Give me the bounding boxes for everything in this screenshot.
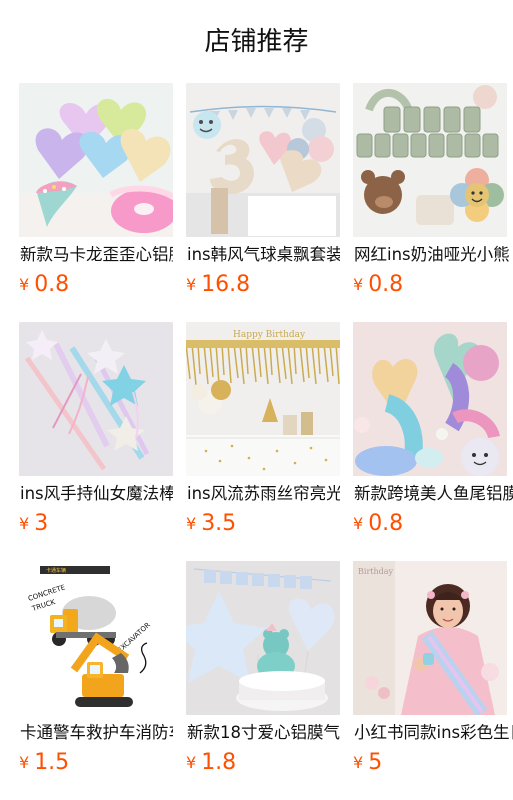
- store-recommendation-page: 店铺推荐 新款马卡龙歪歪心铝膜 ¥ 0.8 ins韩风气球桌飘套装 ¥ 16.8…: [0, 0, 513, 800]
- price-value: 5: [368, 750, 383, 775]
- product-price-1: ¥0.8: [19, 270, 69, 300]
- product-card-6[interactable]: 新款跨境美人鱼尾铝膜 ¥0.8: [353, 322, 513, 542]
- mermaid-tail-balloons-image: [353, 322, 507, 476]
- product-price-7: ¥1.5: [19, 748, 69, 778]
- product-price-5: ¥3.5: [186, 509, 236, 539]
- product-card-7[interactable]: 卡通车辆 CONCRETE TRUCK EXCAVATOR 卡通警车救护车消防车…: [19, 561, 173, 781]
- product-name-3[interactable]: 网红ins奶油哑光小熊: [354, 243, 513, 267]
- construction-vehicle-balloons-image: 卡通车辆 CONCRETE TRUCK EXCAVATOR: [19, 561, 173, 715]
- page-title: 店铺推荐: [204, 27, 309, 57]
- price-value: 0.8: [368, 511, 404, 536]
- product-price-4: ¥3: [19, 509, 48, 539]
- product-image-7[interactable]: 卡通车辆 CONCRETE TRUCK EXCAVATOR: [19, 561, 173, 715]
- price-value: 16.8: [201, 272, 251, 297]
- product-price-3: ¥0.8: [353, 270, 403, 300]
- product-image-9[interactable]: Birthday: [353, 561, 507, 715]
- currency-symbol: ¥: [186, 514, 197, 533]
- girl-birthday-sash-image: Birthday: [353, 561, 507, 715]
- currency-symbol: ¥: [19, 753, 30, 772]
- product-image-8[interactable]: [186, 561, 340, 715]
- product-card-1[interactable]: 新款马卡龙歪歪心铝膜 ¥0.8: [19, 83, 173, 303]
- svg-text:Happy Birthday: Happy Birthday: [233, 330, 306, 340]
- product-price-9: ¥5: [353, 748, 382, 778]
- currency-symbol: ¥: [353, 514, 364, 533]
- pastel-heart-balloons-image: [19, 83, 173, 237]
- product-price-8: ¥1.8: [186, 748, 236, 778]
- currency-symbol: ¥: [186, 753, 197, 772]
- silver-star-heart-balloons-image: [186, 561, 340, 715]
- product-image-4[interactable]: [19, 322, 173, 476]
- product-image-2[interactable]: [186, 83, 340, 237]
- currency-symbol: ¥: [353, 275, 364, 294]
- product-image-6[interactable]: [353, 322, 507, 476]
- product-name-1[interactable]: 新款马卡龙歪歪心铝膜: [20, 243, 173, 267]
- currency-symbol: ¥: [19, 275, 30, 294]
- product-card-8[interactable]: 新款18寸爱心铝膜气球 ¥1.8: [186, 561, 340, 781]
- price-value: 3.5: [201, 511, 237, 536]
- product-card-3[interactable]: 网红ins奶油哑光小熊 ¥0.8: [353, 83, 510, 303]
- product-name-9[interactable]: 小红书同款ins彩色生日: [354, 721, 513, 745]
- product-price-2: ¥16.8: [186, 270, 250, 300]
- svg-text:卡通车辆: 卡通车辆: [46, 567, 66, 574]
- fairy-wands-image: [19, 322, 173, 476]
- product-card-2[interactable]: ins韩风气球桌飘套装 ¥16.8: [186, 83, 340, 303]
- product-name-4[interactable]: ins风手持仙女魔法棒: [20, 482, 173, 506]
- product-image-5[interactable]: Happy Birthday: [186, 322, 340, 476]
- product-name-8[interactable]: 新款18寸爱心铝膜气球: [187, 721, 340, 745]
- product-card-9[interactable]: Birthday 小红书同款ins彩色生日 ¥5: [353, 561, 513, 781]
- price-value: 1.8: [201, 750, 237, 775]
- product-name-5[interactable]: ins风流苏雨丝帘亮光: [187, 482, 340, 506]
- price-value: 0.8: [34, 272, 70, 297]
- happy-birthday-letters-image: [353, 83, 507, 237]
- currency-symbol: ¥: [186, 275, 197, 294]
- price-value: 3: [34, 511, 49, 536]
- product-name-7[interactable]: 卡通警车救护车消防车: [20, 721, 173, 745]
- number-three-balloon-image: [186, 83, 340, 237]
- svg-text:Birthday: Birthday: [358, 567, 394, 576]
- currency-symbol: ¥: [353, 753, 364, 772]
- currency-symbol: ¥: [19, 514, 30, 533]
- price-value: 0.8: [368, 272, 404, 297]
- product-price-6: ¥0.8: [353, 509, 403, 539]
- product-image-1[interactable]: [19, 83, 173, 237]
- product-card-5[interactable]: Happy Birthday ins风流苏雨丝帘亮光 ¥3.5: [186, 322, 340, 542]
- product-name-6[interactable]: 新款跨境美人鱼尾铝膜: [354, 482, 513, 506]
- product-card-4[interactable]: ins风手持仙女魔法棒 ¥3: [19, 322, 173, 542]
- product-image-3[interactable]: [353, 83, 507, 237]
- product-name-2[interactable]: ins韩风气球桌飘套装: [187, 243, 340, 267]
- price-value: 1.5: [34, 750, 70, 775]
- gold-fringe-curtain-image: Happy Birthday: [186, 322, 340, 476]
